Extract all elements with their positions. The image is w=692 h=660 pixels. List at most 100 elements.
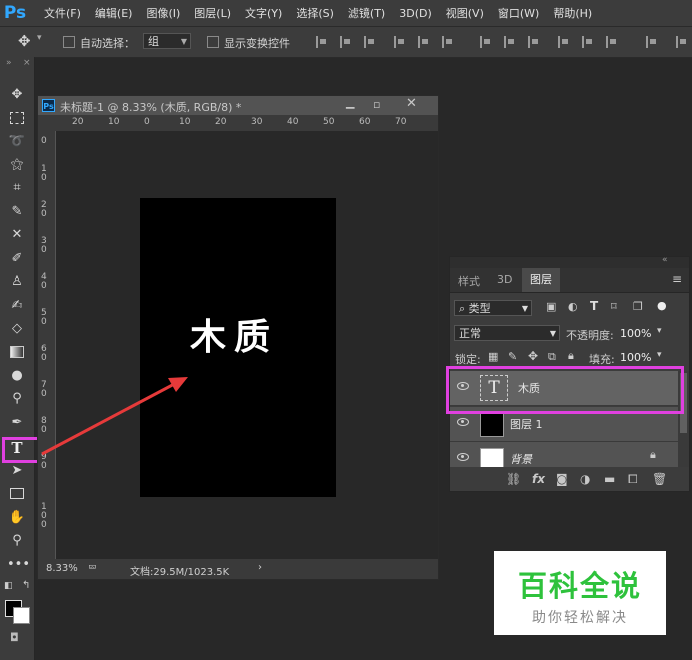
brush-tool-icon[interactable]: ✐ — [7, 249, 27, 269]
show-transform-checkbox[interactable] — [207, 36, 219, 48]
align-left-icon[interactable] — [394, 36, 406, 48]
menu-image[interactable]: 图像(I) — [146, 5, 180, 21]
auto-select-checkbox[interactable] — [63, 36, 75, 48]
clone-stamp-icon[interactable]: ♙ — [7, 272, 27, 292]
dodge-icon[interactable]: ⚲ — [7, 389, 27, 409]
default-colors-icon[interactable]: ◧ — [4, 581, 13, 591]
fill-value[interactable]: 100% — [620, 351, 651, 364]
vertical-ruler[interactable]: 0 10 20 30 40 50 60 70 80 90 100 — [38, 131, 56, 559]
panel-menu-icon[interactable]: ≡ — [672, 272, 682, 286]
close-icon[interactable]: ✕ — [406, 96, 417, 111]
move-tool-icon[interactable]: ✥ — [7, 85, 27, 105]
canvas-text-layer[interactable]: 木质 — [190, 308, 278, 360]
auto-align-icon[interactable] — [646, 36, 658, 48]
menu-layer[interactable]: 图层(L) — [194, 5, 231, 21]
distribute-hcenter-icon[interactable] — [582, 36, 594, 48]
adjustment-icon[interactable]: ◑ — [580, 472, 590, 486]
filter-shape-icon[interactable]: ⌑ — [611, 300, 617, 313]
close-panel-icon[interactable]: × — [23, 58, 31, 68]
pen-icon[interactable]: ✒ — [7, 413, 27, 433]
distribute-left-icon[interactable] — [558, 36, 570, 48]
crop-tool-icon[interactable]: ⌗ — [7, 178, 27, 198]
3d-mode-icon[interactable] — [676, 36, 688, 48]
filter-toggle-icon[interactable]: ● — [657, 299, 667, 312]
hand-icon[interactable]: ✋ — [7, 508, 27, 528]
filter-pixel-icon[interactable]: ▣ — [546, 300, 556, 313]
folder-icon[interactable]: ▬ — [604, 472, 615, 486]
layer-name[interactable]: 图层 1 — [510, 416, 543, 432]
lock-all-icon[interactable]: 🔒︎ — [568, 349, 574, 363]
menu-type[interactable]: 文字(Y) — [245, 5, 282, 21]
lock-transparent-icon[interactable]: ▦ — [488, 350, 498, 363]
tab-3d[interactable]: 3D — [497, 273, 512, 286]
chevron-down-icon[interactable]: ▾ — [657, 350, 662, 360]
distribute-bottom-icon[interactable] — [528, 36, 540, 48]
layer-name[interactable]: 背景 — [510, 451, 532, 467]
menu-select[interactable]: 选择(S) — [296, 5, 334, 21]
canvas-workspace[interactable]: 木质 — [56, 131, 438, 559]
lock-position-icon[interactable]: ✥ — [528, 349, 538, 363]
mask-icon[interactable]: ◙ — [556, 472, 568, 486]
magic-wand-icon[interactable]: ⚝ — [7, 155, 27, 175]
tab-layers[interactable]: 图层 — [522, 268, 560, 292]
document-titlebar[interactable]: Ps 未标题-1 @ 8.33% (木质, RGB/8) * ▁ ▫ ✕ — [38, 96, 438, 115]
align-bottom-icon[interactable] — [364, 36, 376, 48]
align-vcenter-icon[interactable] — [340, 36, 352, 48]
lock-artboard-icon[interactable]: ⧉ — [548, 350, 556, 364]
menu-view[interactable]: 视图(V) — [446, 5, 484, 21]
path-select-icon[interactable]: ➤ — [7, 461, 27, 481]
layer-row-background[interactable]: 背景 🔒︎ — [450, 442, 678, 468]
lock-image-icon[interactable]: ✎ — [508, 350, 517, 363]
zoom-icon[interactable]: ⚲ — [7, 531, 27, 551]
blur-icon[interactable]: ● — [7, 366, 27, 386]
opacity-value[interactable]: 100% — [620, 327, 651, 340]
quick-mask-icon[interactable]: ◘ — [10, 631, 19, 644]
collapse-panel-icon[interactable]: « — [662, 255, 668, 265]
new-layer-icon[interactable]: ⧠ — [628, 472, 638, 487]
align-right-icon[interactable] — [442, 36, 454, 48]
filter-adjustment-icon[interactable]: ◐ — [568, 300, 578, 313]
marquee-tool-icon[interactable] — [7, 108, 27, 128]
swap-colors-icon[interactable]: ↰ — [22, 580, 30, 591]
background-color-swatch[interactable] — [13, 607, 30, 624]
chevron-down-icon[interactable]: ▾ — [657, 326, 662, 336]
rectangle-icon[interactable] — [7, 484, 27, 504]
history-brush-icon[interactable]: ✍ — [7, 296, 27, 316]
distribute-top-icon[interactable] — [480, 36, 492, 48]
tab-styles[interactable]: 样式 — [458, 273, 480, 289]
trash-icon[interactable]: 🗑︎ — [652, 472, 667, 486]
share-icon[interactable]: ⮹ — [88, 561, 97, 575]
menu-file[interactable]: 文件(F) — [44, 5, 81, 21]
menu-window[interactable]: 窗口(W) — [498, 5, 539, 21]
filter-smart-object-icon[interactable]: ❐ — [633, 300, 643, 313]
zoom-level[interactable]: 8.33% — [46, 563, 78, 574]
fx-icon[interactable]: fx — [532, 472, 545, 486]
align-hcenter-icon[interactable] — [418, 36, 430, 48]
more-tools-icon[interactable]: ••• — [7, 555, 30, 575]
move-tool-preset-icon[interactable]: ✥ — [18, 32, 31, 50]
align-top-icon[interactable] — [316, 36, 328, 48]
distribute-vcenter-icon[interactable] — [504, 36, 516, 48]
eyedropper-icon[interactable]: ✎ — [7, 202, 27, 222]
visibility-eye-icon[interactable] — [457, 418, 469, 426]
menu-edit[interactable]: 编辑(E) — [95, 5, 133, 21]
link-icon[interactable]: ⛓ — [506, 472, 521, 486]
distribute-right-icon[interactable] — [606, 36, 618, 48]
maximize-icon[interactable]: ▫ — [373, 98, 380, 111]
menu-help[interactable]: 帮助(H) — [553, 5, 592, 21]
auto-select-target-select[interactable]: 组 ▼ — [143, 33, 191, 49]
healing-brush-icon[interactable]: ✕ — [7, 225, 27, 245]
horizontal-ruler[interactable]: 20 10 0 10 20 30 40 50 60 70 — [56, 115, 438, 132]
layer-filter-select[interactable]: ⌕ 类型 ▼ — [454, 300, 532, 316]
menu-filter[interactable]: 滤镜(T) — [348, 5, 385, 21]
gradient-icon[interactable] — [7, 342, 27, 362]
lasso-tool-icon[interactable]: ➰ — [7, 132, 27, 152]
blend-mode-select[interactable]: 正常 ▼ — [454, 325, 560, 341]
preset-chevron-down-icon[interactable]: ▾ — [37, 33, 42, 43]
status-menu-arrow[interactable]: › — [258, 562, 262, 573]
collapse-panel-icon[interactable]: » — [6, 58, 12, 68]
filter-type-icon[interactable]: T — [590, 299, 598, 313]
visibility-eye-icon[interactable] — [457, 453, 469, 461]
eraser-icon[interactable]: ◇ — [7, 319, 27, 339]
menu-3d[interactable]: 3D(D) — [399, 7, 432, 20]
